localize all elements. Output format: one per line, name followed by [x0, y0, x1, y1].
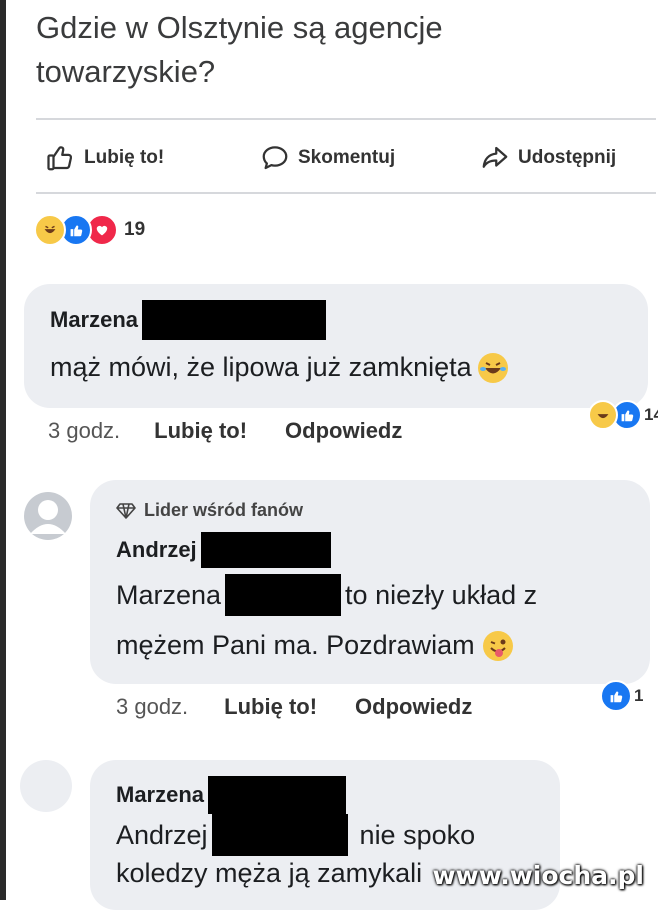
comment-button-label: Skomentuj: [298, 147, 396, 168]
share-arrow-icon: [482, 146, 508, 168]
redacted-name: [208, 776, 347, 814]
redacted-name: [200, 532, 331, 568]
comment-meta-1: 3 godz. Lubię to! Odpowiedz: [48, 418, 402, 444]
laughing-tears-emoji-icon: [477, 352, 508, 383]
comment-bubble-2: Lider wśród fanów Andrzej Marzena to nie…: [90, 480, 650, 684]
comment-author[interactable]: Marzena: [50, 307, 138, 333]
post-reaction-count: 19: [124, 219, 146, 240]
post-action-bar: Lubię to! Skomentuj Udostępnij: [46, 140, 658, 176]
comment-like-link[interactable]: Lubię to!: [154, 418, 247, 444]
thumbs-up-icon: [47, 146, 73, 171]
comment-reactions-1[interactable]: 14: [588, 400, 658, 430]
comment-like-link[interactable]: Lubię to!: [224, 694, 317, 720]
comment-time[interactable]: 3 godz.: [116, 694, 188, 720]
comment-text-line2: koledzy męża ją zamykali: [116, 858, 423, 888]
comment-time[interactable]: 3 godz.: [48, 418, 120, 444]
like-reaction-icon: [600, 680, 632, 712]
comment-text: to niezły układ z: [345, 579, 538, 610]
like-button[interactable]: Lubię to!: [46, 140, 164, 176]
redacted-name: [225, 574, 342, 616]
comment-reaction-count: 1: [634, 686, 644, 705]
comment-text: mąż mówi, że lipowa już zamknięta: [50, 352, 472, 382]
redacted-name: [142, 300, 327, 340]
redacted-name: [211, 814, 348, 856]
default-avatar-icon: [24, 492, 72, 540]
avatar[interactable]: [20, 760, 72, 812]
haha-reaction-icon: [34, 214, 66, 246]
post-reaction-summary[interactable]: 19: [34, 214, 145, 246]
comment-mention[interactable]: Andrzej: [116, 820, 208, 851]
comment-button[interactable]: Skomentuj: [260, 140, 395, 176]
avatar[interactable]: [22, 490, 74, 542]
comment-author[interactable]: Andrzej: [116, 537, 197, 563]
share-button-label: Udostępnij: [518, 147, 617, 168]
diamond-icon: [116, 502, 136, 519]
post-text: Gdzie w Olsztynie są agencje towarzyskie…: [36, 10, 443, 89]
comment-mention[interactable]: Marzena: [116, 580, 221, 611]
divider-top: [36, 118, 656, 120]
comment-reactions-2[interactable]: 1: [600, 680, 643, 712]
share-button[interactable]: Udostępnij: [480, 140, 616, 176]
comment-author[interactable]: Marzena: [116, 782, 204, 808]
comment-text-line2: mężem Pani ma. Pozdrawiam: [116, 630, 475, 660]
comment-reply-link[interactable]: Odpowiedz: [355, 694, 472, 720]
like-button-label: Lubię to!: [84, 147, 165, 168]
fan-badge-label: Lider wśród fanów: [144, 500, 304, 520]
watermark: www.wiocha.pl: [432, 861, 644, 890]
comment-reaction-count: 14: [644, 405, 658, 424]
haha-reaction-icon: [588, 400, 618, 430]
comment-meta-2: 3 godz. Lubię to! Odpowiedz: [116, 694, 472, 720]
comment-bubble-icon: [262, 146, 288, 170]
divider-bottom: [36, 192, 656, 194]
comment-text: nie spoko: [359, 819, 476, 850]
comment-reply-link[interactable]: Odpowiedz: [285, 418, 402, 444]
image-left-edge: [0, 0, 6, 900]
winking-tongue-emoji-icon: [482, 630, 513, 661]
comment-bubble-1: Marzena mąż mówi, że lipowa już zamknięt…: [24, 284, 648, 408]
